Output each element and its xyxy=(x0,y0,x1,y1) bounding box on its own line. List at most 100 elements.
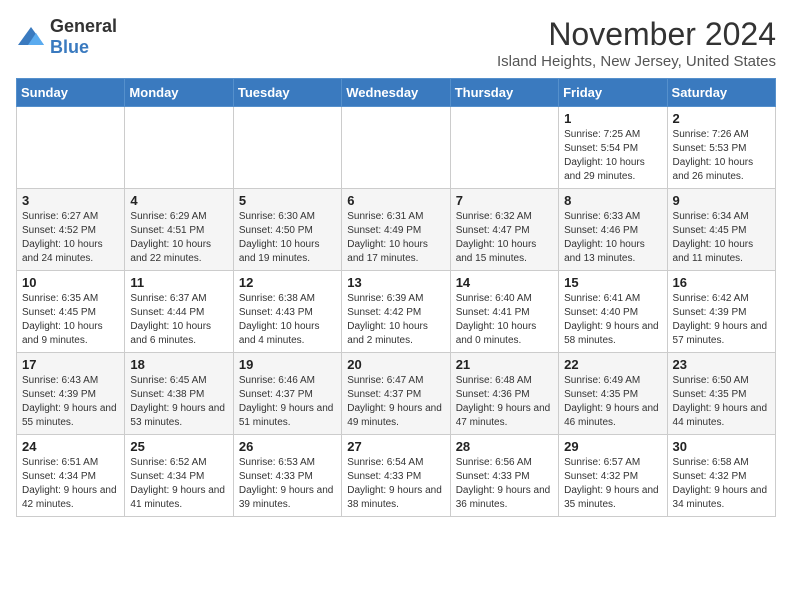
day-number: 21 xyxy=(456,357,553,372)
calendar-week-4: 17 Sunrise: 6:43 AM Sunset: 4:39 PM Dayli… xyxy=(17,353,776,435)
calendar-cell: 18 Sunrise: 6:45 AM Sunset: 4:38 PM Dayli… xyxy=(125,353,233,435)
calendar-cell xyxy=(342,107,450,189)
calendar-cell: 16 Sunrise: 6:42 AM Sunset: 4:39 PM Dayli… xyxy=(667,271,775,353)
calendar-cell: 1 Sunrise: 7:25 AM Sunset: 5:54 PM Daylig… xyxy=(559,107,667,189)
day-info: Sunrise: 6:39 AM Sunset: 4:42 PM Dayligh… xyxy=(347,292,444,348)
day-info: Sunrise: 7:26 AM Sunset: 5:53 PM Dayligh… xyxy=(673,128,770,184)
logo-general: General xyxy=(50,16,117,36)
calendar-header-monday: Monday xyxy=(125,79,233,107)
day-number: 20 xyxy=(347,357,444,372)
month-title: November 2024 xyxy=(497,16,776,53)
day-number: 27 xyxy=(347,439,444,454)
day-info: Sunrise: 6:47 AM Sunset: 4:37 PM Dayligh… xyxy=(347,374,444,430)
calendar-cell: 24 Sunrise: 6:51 AM Sunset: 4:34 PM Dayli… xyxy=(17,435,125,517)
day-info: Sunrise: 6:48 AM Sunset: 4:36 PM Dayligh… xyxy=(456,374,553,430)
day-info: Sunrise: 6:43 AM Sunset: 4:39 PM Dayligh… xyxy=(22,374,119,430)
calendar-week-5: 24 Sunrise: 6:51 AM Sunset: 4:34 PM Dayli… xyxy=(17,435,776,517)
day-number: 4 xyxy=(130,193,227,208)
day-info: Sunrise: 6:46 AM Sunset: 4:37 PM Dayligh… xyxy=(239,374,336,430)
day-number: 23 xyxy=(673,357,770,372)
calendar-cell: 28Sunrise: 6:56 AM Sunset: 4:33 PM Dayli… xyxy=(450,435,558,517)
calendar-cell xyxy=(233,107,341,189)
calendar-header-tuesday: Tuesday xyxy=(233,79,341,107)
calendar-cell: 2 Sunrise: 7:26 AM Sunset: 5:53 PM Daylig… xyxy=(667,107,775,189)
calendar-cell xyxy=(450,107,558,189)
day-info: Sunrise: 6:38 AM Sunset: 4:43 PM Dayligh… xyxy=(239,292,336,348)
calendar-cell: 29 Sunrise: 6:57 AM Sunset: 4:32 PM Dayli… xyxy=(559,435,667,517)
day-info: Sunrise: 6:50 AM Sunset: 4:35 PM Dayligh… xyxy=(673,374,770,430)
calendar-cell: 7 Sunrise: 6:32 AM Sunset: 4:47 PM Daylig… xyxy=(450,189,558,271)
day-number: 25 xyxy=(130,439,227,454)
calendar-cell: 5 Sunrise: 6:30 AM Sunset: 4:50 PM Daylig… xyxy=(233,189,341,271)
day-number: 10 xyxy=(22,275,119,290)
day-number: 17 xyxy=(22,357,119,372)
calendar-week-3: 10 Sunrise: 6:35 AM Sunset: 4:45 PM Dayli… xyxy=(17,271,776,353)
day-number: 5 xyxy=(239,193,336,208)
calendar-cell: 13 Sunrise: 6:39 AM Sunset: 4:42 PM Dayli… xyxy=(342,271,450,353)
day-number: 22 xyxy=(564,357,661,372)
day-number: 12 xyxy=(239,275,336,290)
calendar-header-friday: Friday xyxy=(559,79,667,107)
day-number: 8 xyxy=(564,193,661,208)
calendar-cell: 12 Sunrise: 6:38 AM Sunset: 4:43 PM Dayli… xyxy=(233,271,341,353)
day-number: 26 xyxy=(239,439,336,454)
day-info: Sunrise: 6:33 AM Sunset: 4:46 PM Dayligh… xyxy=(564,210,661,266)
day-number: 14 xyxy=(456,275,553,290)
title-area: November 2024 Island Heights, New Jersey… xyxy=(497,16,776,70)
day-info: Sunrise: 6:51 AM Sunset: 4:34 PM Dayligh… xyxy=(22,456,119,512)
day-info: Sunrise: 6:49 AM Sunset: 4:35 PM Dayligh… xyxy=(564,374,661,430)
day-info: Sunrise: 7:25 AM Sunset: 5:54 PM Dayligh… xyxy=(564,128,661,184)
day-number: 1 xyxy=(564,111,661,126)
day-number: 28 xyxy=(456,439,553,454)
day-number: 11 xyxy=(130,275,227,290)
calendar-cell: 20 Sunrise: 6:47 AM Sunset: 4:37 PM Dayli… xyxy=(342,353,450,435)
calendar-cell: 23 Sunrise: 6:50 AM Sunset: 4:35 PM Dayli… xyxy=(667,353,775,435)
day-number: 13 xyxy=(347,275,444,290)
location-title: Island Heights, New Jersey, United State… xyxy=(497,53,776,70)
day-number: 3 xyxy=(22,193,119,208)
calendar-header-saturday: Saturday xyxy=(667,79,775,107)
calendar-cell: 11 Sunrise: 6:37 AM Sunset: 4:44 PM Dayli… xyxy=(125,271,233,353)
calendar-cell: 9 Sunrise: 6:34 AM Sunset: 4:45 PM Daylig… xyxy=(667,189,775,271)
day-number: 7 xyxy=(456,193,553,208)
calendar-cell: 4 Sunrise: 6:29 AM Sunset: 4:51 PM Daylig… xyxy=(125,189,233,271)
calendar-cell: 27 Sunrise: 6:54 AM Sunset: 4:33 PM Dayli… xyxy=(342,435,450,517)
day-info: Sunrise: 6:31 AM Sunset: 4:49 PM Dayligh… xyxy=(347,210,444,266)
calendar-cell: 15 Sunrise: 6:41 AM Sunset: 4:40 PM Dayli… xyxy=(559,271,667,353)
calendar-cell: 10 Sunrise: 6:35 AM Sunset: 4:45 PM Dayli… xyxy=(17,271,125,353)
logo-icon xyxy=(16,25,46,49)
day-info: Sunrise: 6:29 AM Sunset: 4:51 PM Dayligh… xyxy=(130,210,227,266)
calendar-cell: 26Sunrise: 6:53 AM Sunset: 4:33 PM Dayli… xyxy=(233,435,341,517)
day-info: Sunrise: 6:45 AM Sunset: 4:38 PM Dayligh… xyxy=(130,374,227,430)
calendar-body: 1 Sunrise: 7:25 AM Sunset: 5:54 PM Daylig… xyxy=(17,107,776,517)
day-number: 24 xyxy=(22,439,119,454)
header: General Blue November 2024 Island Height… xyxy=(16,16,776,70)
calendar-week-2: 3 Sunrise: 6:27 AM Sunset: 4:52 PM Daylig… xyxy=(17,189,776,271)
calendar-cell: 19Sunrise: 6:46 AM Sunset: 4:37 PM Dayli… xyxy=(233,353,341,435)
day-number: 15 xyxy=(564,275,661,290)
day-info: Sunrise: 6:30 AM Sunset: 4:50 PM Dayligh… xyxy=(239,210,336,266)
day-number: 18 xyxy=(130,357,227,372)
calendar-cell: 6Sunrise: 6:31 AM Sunset: 4:49 PM Daylig… xyxy=(342,189,450,271)
day-info: Sunrise: 6:52 AM Sunset: 4:34 PM Dayligh… xyxy=(130,456,227,512)
day-info: Sunrise: 6:35 AM Sunset: 4:45 PM Dayligh… xyxy=(22,292,119,348)
calendar-cell: 22 Sunrise: 6:49 AM Sunset: 4:35 PM Dayli… xyxy=(559,353,667,435)
day-info: Sunrise: 6:32 AM Sunset: 4:47 PM Dayligh… xyxy=(456,210,553,266)
day-info: Sunrise: 6:54 AM Sunset: 4:33 PM Dayligh… xyxy=(347,456,444,512)
day-info: Sunrise: 6:42 AM Sunset: 4:39 PM Dayligh… xyxy=(673,292,770,348)
day-number: 9 xyxy=(673,193,770,208)
calendar-header-wednesday: Wednesday xyxy=(342,79,450,107)
calendar-cell: 8 Sunrise: 6:33 AM Sunset: 4:46 PM Daylig… xyxy=(559,189,667,271)
calendar-cell: 30Sunrise: 6:58 AM Sunset: 4:32 PM Dayli… xyxy=(667,435,775,517)
day-info: Sunrise: 6:57 AM Sunset: 4:32 PM Dayligh… xyxy=(564,456,661,512)
day-info: Sunrise: 6:34 AM Sunset: 4:45 PM Dayligh… xyxy=(673,210,770,266)
day-info: Sunrise: 6:41 AM Sunset: 4:40 PM Dayligh… xyxy=(564,292,661,348)
day-info: Sunrise: 6:27 AM Sunset: 4:52 PM Dayligh… xyxy=(22,210,119,266)
calendar-cell: 3 Sunrise: 6:27 AM Sunset: 4:52 PM Daylig… xyxy=(17,189,125,271)
calendar-week-1: 1 Sunrise: 7:25 AM Sunset: 5:54 PM Daylig… xyxy=(17,107,776,189)
day-info: Sunrise: 6:37 AM Sunset: 4:44 PM Dayligh… xyxy=(130,292,227,348)
day-number: 29 xyxy=(564,439,661,454)
day-number: 2 xyxy=(673,111,770,126)
logo: General Blue xyxy=(16,16,117,58)
day-number: 16 xyxy=(673,275,770,290)
